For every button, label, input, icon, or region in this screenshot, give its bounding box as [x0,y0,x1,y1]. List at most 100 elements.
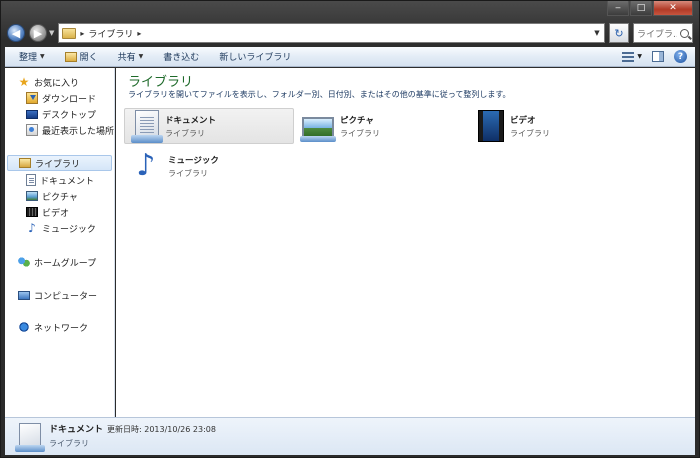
close-button[interactable]: ✕ [653,1,693,16]
navigation-pane: ★ お気に入り ダウンロード デスクトップ 最近表示した場所 ライブラリ ドキュメ… [5,68,115,417]
details-modified: 更新日時: 2013/10/26 23:08 [107,425,216,434]
recent-places-icon [26,124,38,136]
help-icon[interactable]: ? [674,50,687,63]
new-library-label: 新しいライブラリ [219,53,292,63]
breadcrumb-separator[interactable]: ▸ [137,29,141,38]
library-tile-videos[interactable]: ビデオ ライブラリ [469,108,639,144]
sidebar-item-downloads[interactable]: ダウンロード [26,90,96,106]
organize-button[interactable]: 整理 ▼ [11,48,53,66]
sidebar-item-network[interactable]: ネットワーク [18,319,88,335]
back-button[interactable]: ◀ [7,24,25,42]
documents-library-icon [15,422,45,452]
address-row: ◀ ▶ ▼ ▸ ライブラリ ▸ ▼ ↻ ライブラ... [7,22,693,44]
sidebar-item-label: デスクトップ [42,110,97,121]
details-name: ドキュメント [49,425,104,435]
sidebar-item-favorites[interactable]: ★ お気に入り [18,74,79,90]
open-label: 開く [79,53,98,63]
sidebar-item-label: 最近表示した場所 [42,126,115,137]
tile-type: ライブラリ [165,128,205,138]
page-title: ライブラリ [128,75,194,90]
sidebar-item-documents[interactable]: ドキュメント [26,172,94,188]
sidebar-item-recent-places[interactable]: 最近表示した場所 [26,122,114,138]
library-tile-pictures[interactable]: ピクチャ ライブラリ [296,108,466,144]
sidebar-item-libraries[interactable]: ライブラリ [7,155,112,171]
documents-icon [26,174,36,186]
sidebar-item-label: ビデオ [42,208,70,219]
desktop-icon [26,109,38,119]
tile-type: ライブラリ [510,128,550,138]
recent-pages-dropdown-icon[interactable]: ▼ [49,29,54,37]
sidebar-item-label: お気に入り [34,78,80,89]
network-icon [18,321,30,333]
toolbar-right: ▼ ? [622,50,695,63]
pictures-library-icon [300,117,336,142]
videos-icon [26,207,38,217]
open-folder-icon [64,51,77,62]
library-tile-music[interactable]: ♪ ミュージック ライブラリ [124,148,294,184]
sidebar-item-homegroup[interactable]: ホームグループ [18,254,96,270]
breadcrumb-libraries[interactable]: ライブラリ [88,27,133,40]
music-library-icon: ♪ [130,150,162,182]
sidebar-item-label: ネットワーク [34,323,89,334]
pictures-icon [26,191,38,201]
chevron-down-icon: ▼ [637,53,642,60]
sidebar-item-label: ドキュメント [40,176,95,187]
organize-label: 整理 [19,53,38,63]
sidebar-item-music[interactable]: ♪ ミュージック [26,220,96,236]
share-label: 共有 [117,53,136,63]
details-pane: ドキュメント 更新日時: 2013/10/26 23:08 ライブラリ [5,417,695,455]
sidebar-item-videos[interactable]: ビデオ [26,204,69,220]
view-options-icon [622,51,635,62]
content-pane: ライブラリ ライブラリを開いてファイルを表示し、フォルダー別、日付別、またはその… [116,68,695,417]
library-tile-documents[interactable]: ドキュメント ライブラリ [124,108,294,144]
maximize-button[interactable]: □ [630,1,652,16]
tile-name: ピクチャ [340,115,374,126]
new-library-button[interactable]: 新しいライブラリ [211,48,299,66]
breadcrumb-separator[interactable]: ▸ [80,29,84,38]
sidebar-item-label: ダウンロード [42,94,97,105]
sidebar-item-label: ホームグループ [34,258,97,269]
sidebar-item-label: ピクチャ [42,192,78,203]
tile-name: ミュージック [168,155,219,166]
preview-pane-icon[interactable] [652,51,664,62]
tile-type: ライブラリ [340,128,380,138]
star-icon: ★ [18,75,30,89]
homegroup-icon [18,256,30,268]
videos-library-icon [478,110,504,142]
burn-button[interactable]: 書き込む [155,48,207,66]
sidebar-item-label: ミュージック [42,224,96,235]
command-bar: 整理 ▼ 開く 共有 ▼ 書き込む 新しいライブラリ ▼ ? [5,47,695,67]
address-bar[interactable]: ▸ ライブラリ ▸ ▼ [58,23,605,43]
refresh-button[interactable]: ↻ [609,23,629,43]
burn-label: 書き込む [163,53,200,63]
page-description: ライブラリを開いてファイルを表示し、フォルダー別、日付別、またはその他の基準に従… [128,90,511,99]
refresh-icon: ↻ [614,26,624,40]
sidebar-item-label: コンピューター [34,291,98,302]
chevron-down-icon: ▼ [138,53,144,60]
sidebar-item-desktop[interactable]: デスクトップ [26,106,96,122]
open-button[interactable]: 開く [57,48,106,66]
tile-name: ドキュメント [165,115,217,126]
details-type: ライブラリ [49,439,89,448]
search-placeholder: ライブラ... [637,29,677,40]
window-controls: ‒ □ ✕ [607,1,693,16]
change-view-button[interactable]: ▼ [622,51,642,62]
address-dropdown-icon[interactable]: ▼ [590,29,604,37]
tile-type: ライブラリ [168,168,208,178]
chevron-down-icon: ▼ [40,53,45,60]
library-folder-icon [62,27,77,39]
forward-button[interactable]: ▶ [29,24,47,42]
computer-icon [18,290,30,300]
sidebar-item-label: ライブラリ [35,159,81,170]
sidebar-item-computer[interactable]: コンピューター [18,287,97,303]
share-button[interactable]: 共有 ▼ [110,48,152,66]
search-input[interactable]: ライブラ... [633,23,693,43]
tile-name: ビデオ [510,115,536,126]
explorer-window: ‒ □ ✕ ◀ ▶ ▼ ▸ ライブラリ ▸ ▼ ↻ ライブラ... 整理▼ 開く… [0,0,700,458]
minimize-button[interactable]: ‒ [607,1,629,16]
sidebar-item-pictures[interactable]: ピクチャ [26,188,78,204]
documents-library-icon [131,110,163,143]
library-icon [19,158,31,168]
download-icon [26,92,38,104]
music-icon: ♪ [28,221,36,235]
